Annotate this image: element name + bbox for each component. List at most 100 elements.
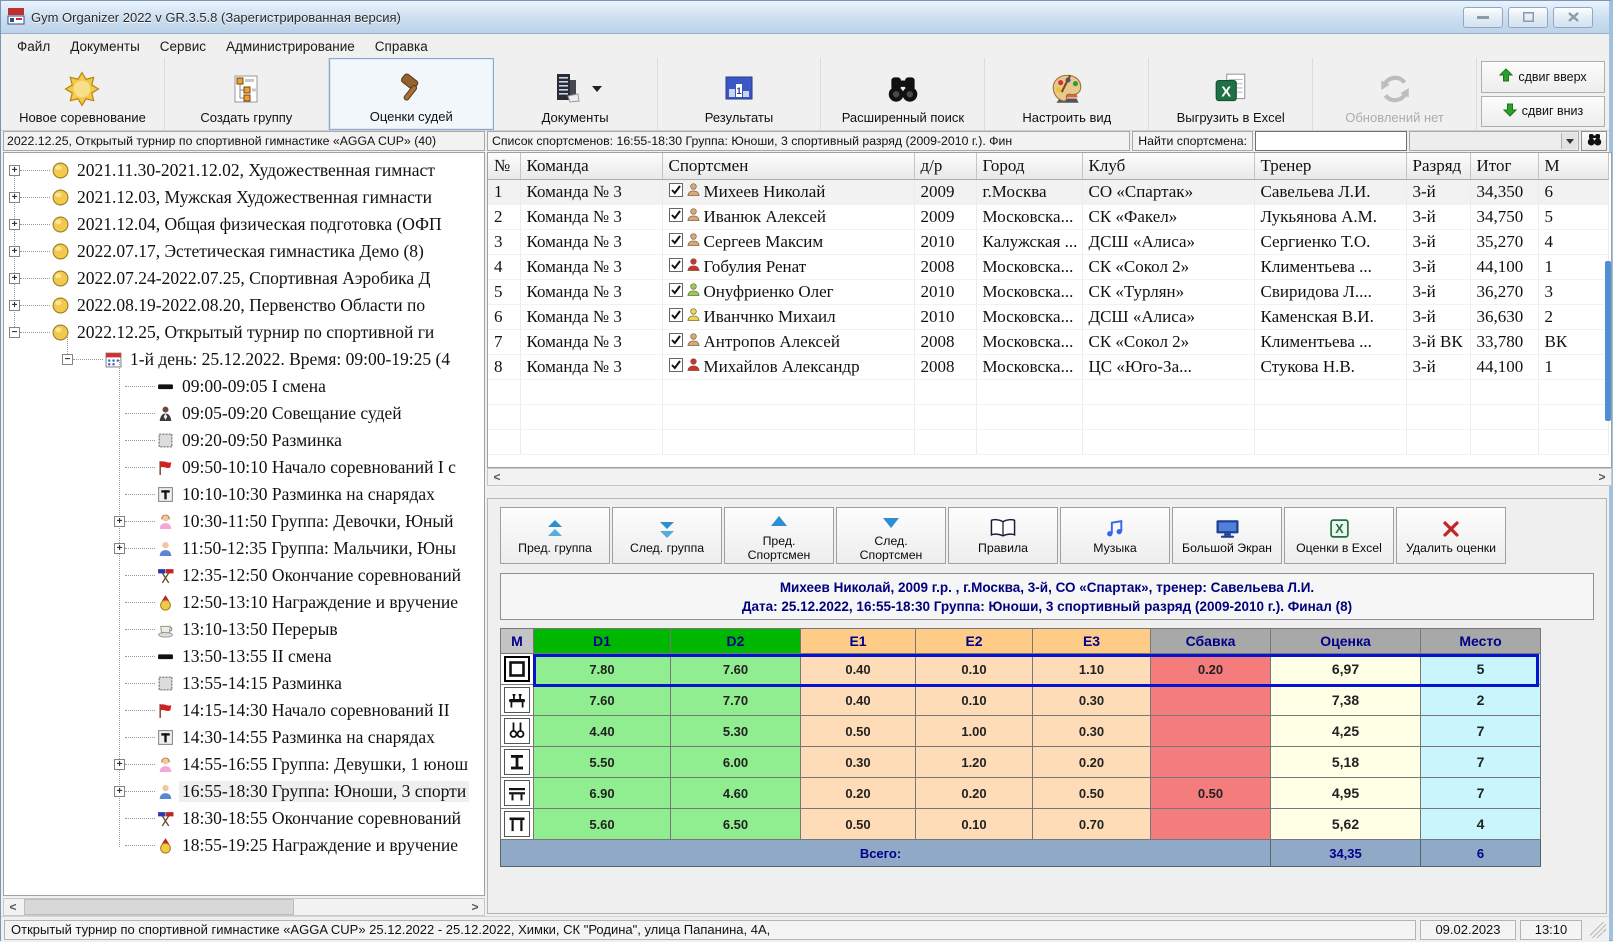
score-cell[interactable]: 0.30 bbox=[801, 747, 916, 778]
athlete-field[interactable]: 8 bbox=[488, 354, 520, 379]
find-athlete-input[interactable] bbox=[1255, 131, 1407, 151]
tree-item-label[interactable]: 2022.12.25, Открытый турнир по спортивно… bbox=[74, 322, 437, 343]
tree-item-label[interactable]: 2021.12.03, Мужская Художественная гимна… bbox=[74, 187, 435, 208]
athlete-field[interactable]: Команда № 3 bbox=[520, 304, 662, 329]
tree-item-label[interactable]: 16:55-18:30 Группа: Юноши, 3 спорти bbox=[179, 781, 469, 802]
tree-item[interactable]: 09:00-09:05 I смена bbox=[4, 373, 484, 400]
athlete-field[interactable]: 2009 bbox=[914, 204, 976, 229]
athlete-field[interactable]: Команда № 3 bbox=[520, 329, 662, 354]
athlete-checkbox-icon[interactable] bbox=[669, 207, 683, 227]
score-cell[interactable]: 4 bbox=[1421, 809, 1541, 840]
athlete-name[interactable]: Михеев Николай bbox=[704, 182, 826, 202]
score-cell[interactable]: 0.30 bbox=[1033, 716, 1151, 747]
next-athlete-button[interactable]: След.Спортсмен bbox=[836, 507, 946, 564]
athlete-field[interactable]: ЦС «Юго-За... bbox=[1082, 354, 1254, 379]
athlete-row[interactable]: 1Команда № 3Михеев Николай2009г.МоскваСО… bbox=[488, 179, 1608, 204]
tree-item-label[interactable]: 13:55-14:15 Разминка bbox=[179, 673, 345, 694]
athlete-field[interactable]: 2010 bbox=[914, 279, 976, 304]
tree-item[interactable]: +16:55-18:30 Группа: Юноши, 3 спорти bbox=[4, 778, 484, 805]
tree-item[interactable]: +2022.08.19-2022.08.20, Первенство Облас… bbox=[4, 292, 484, 319]
score-cell[interactable]: 1.10 bbox=[1033, 654, 1151, 685]
athlete-field[interactable]: Команда № 3 bbox=[520, 179, 662, 204]
tree-item-label[interactable]: 14:30-14:55 Разминка на снарядах bbox=[179, 727, 438, 748]
score-cell[interactable]: 4.40 bbox=[534, 716, 671, 747]
score-cell[interactable]: 7 bbox=[1421, 747, 1541, 778]
athlete-field[interactable]: 34,750 bbox=[1470, 204, 1538, 229]
athlete-cell[interactable]: Михеев Николай bbox=[662, 179, 914, 204]
documents-button[interactable]: Документы bbox=[494, 58, 658, 130]
athlete-field[interactable]: 3-й bbox=[1406, 229, 1470, 254]
score-cell[interactable]: 5,18 bbox=[1271, 747, 1421, 778]
athlete-field[interactable]: Команда № 3 bbox=[520, 254, 662, 279]
athletes-horizontal-scrollbar[interactable]: < > bbox=[487, 468, 1612, 486]
athlete-name[interactable]: Онуфриенко Олег bbox=[704, 282, 834, 302]
athlete-checkbox-icon[interactable] bbox=[669, 257, 683, 277]
judges-scores-button[interactable]: Оценки судей bbox=[329, 58, 494, 130]
athlete-field[interactable]: 36,270 bbox=[1470, 279, 1538, 304]
athlete-cell[interactable]: Антропов Алексей bbox=[662, 329, 914, 354]
customize-view-button[interactable]: Настроить вид bbox=[985, 58, 1149, 130]
athletes-header-row[interactable]: №КомандаСпортсменд/рГородКлубТренерРазря… bbox=[488, 153, 1608, 179]
apparatus-cell[interactable] bbox=[501, 685, 534, 716]
score-cell[interactable]: 0.10 bbox=[916, 685, 1033, 716]
athlete-field[interactable]: Климентьева ... bbox=[1254, 329, 1406, 354]
athlete-field[interactable]: 33,780 bbox=[1470, 329, 1538, 354]
athlete-field[interactable]: 1 bbox=[488, 179, 520, 204]
tree-item[interactable]: +2022.07.24-2022.07.25, Спортивная Аэроб… bbox=[4, 265, 484, 292]
athletes-column-header[interactable]: М bbox=[1538, 153, 1608, 179]
tree-item-label[interactable]: 10:10-10:30 Разминка на снарядах bbox=[179, 484, 438, 505]
athlete-field[interactable]: СО «Спартак» bbox=[1082, 179, 1254, 204]
athlete-field[interactable]: 6 bbox=[1538, 179, 1608, 204]
athletes-column-header[interactable]: Город bbox=[976, 153, 1082, 179]
athlete-name[interactable]: Сергеев Максим bbox=[704, 232, 824, 252]
athlete-field[interactable]: 2009 bbox=[914, 179, 976, 204]
athlete-cell[interactable]: Онуфриенко Олег bbox=[662, 279, 914, 304]
athlete-field[interactable]: СК «Турлян» bbox=[1082, 279, 1254, 304]
score-cell[interactable]: 6.90 bbox=[534, 778, 671, 809]
tree-item[interactable]: +2021.12.04, Общая физическая подготовка… bbox=[4, 211, 484, 238]
score-cell[interactable]: 0.20 bbox=[1033, 747, 1151, 778]
tree-item[interactable]: 18:55-19:25 Награждение и вручение bbox=[4, 832, 484, 859]
tree-item-label[interactable]: 09:20-09:50 Разминка bbox=[179, 430, 345, 451]
athlete-name[interactable]: Гобулия Ренат bbox=[704, 257, 807, 277]
find-button[interactable] bbox=[1581, 131, 1607, 151]
athlete-field[interactable]: 2008 bbox=[914, 354, 976, 379]
score-cell[interactable]: 0.40 bbox=[801, 685, 916, 716]
athlete-field[interactable]: Команда № 3 bbox=[520, 354, 662, 379]
athlete-row[interactable]: 4Команда № 3Гобулия Ренат2008Московска..… bbox=[488, 254, 1608, 279]
athlete-field[interactable]: Команда № 3 bbox=[520, 279, 662, 304]
athlete-field[interactable]: 3-й bbox=[1406, 179, 1470, 204]
find-athlete-combo[interactable] bbox=[1409, 131, 1579, 151]
score-cell[interactable]: 5 bbox=[1421, 654, 1541, 685]
tree-item[interactable]: +10:30-11:50 Группа: Девочки, Юный bbox=[4, 508, 484, 535]
score-cell[interactable]: 1.00 bbox=[916, 716, 1033, 747]
athlete-field[interactable]: 4 bbox=[1538, 229, 1608, 254]
tree-item-label[interactable]: 2021.12.04, Общая физическая подготовка … bbox=[74, 214, 445, 235]
tree-item[interactable]: −2022.12.25, Открытый турнир по спортивн… bbox=[4, 319, 484, 346]
menu-file[interactable]: Файл bbox=[7, 36, 60, 57]
athlete-cell[interactable]: Сергеев Максим bbox=[662, 229, 914, 254]
tree-item-label[interactable]: 14:15-14:30 Начало соревнований II bbox=[179, 700, 453, 721]
athlete-field[interactable]: СК «Факел» bbox=[1082, 204, 1254, 229]
menu-help[interactable]: Справка bbox=[365, 36, 438, 57]
tree-item[interactable]: 18:30-18:55 Окончание соревнований bbox=[4, 805, 484, 832]
athlete-field[interactable]: ДСШ «Алиса» bbox=[1082, 304, 1254, 329]
expand-plus-icon[interactable]: + bbox=[114, 543, 125, 554]
athlete-field[interactable]: Московска... bbox=[976, 279, 1082, 304]
athlete-field[interactable]: 3-й bbox=[1406, 254, 1470, 279]
score-cell[interactable]: 0.10 bbox=[916, 654, 1033, 685]
prev-athlete-button[interactable]: Пред.Спортсмен bbox=[724, 507, 834, 564]
athlete-field[interactable]: Стукова Н.В. bbox=[1254, 354, 1406, 379]
athlete-field[interactable]: Савельева Л.И. bbox=[1254, 179, 1406, 204]
athlete-field[interactable]: СК «Сокол 2» bbox=[1082, 329, 1254, 354]
athlete-field[interactable]: 6 bbox=[488, 304, 520, 329]
athletes-column-header[interactable]: № bbox=[488, 153, 520, 179]
expand-plus-icon[interactable]: + bbox=[9, 219, 20, 230]
athlete-field[interactable]: 4 bbox=[488, 254, 520, 279]
score-cell[interactable]: 5.50 bbox=[534, 747, 671, 778]
athlete-row[interactable]: 7Команда № 3Антропов Алексей2008Московск… bbox=[488, 329, 1608, 354]
tree-item-label[interactable]: 2021.11.30-2021.12.02, Художественная ги… bbox=[74, 160, 438, 181]
tree-item-label[interactable]: 11:50-12:35 Группа: Мальчики, Юны bbox=[179, 538, 459, 559]
athlete-row[interactable]: 5Команда № 3Онуфриенко Олег2010Московска… bbox=[488, 279, 1608, 304]
score-cell[interactable]: 7 bbox=[1421, 778, 1541, 809]
